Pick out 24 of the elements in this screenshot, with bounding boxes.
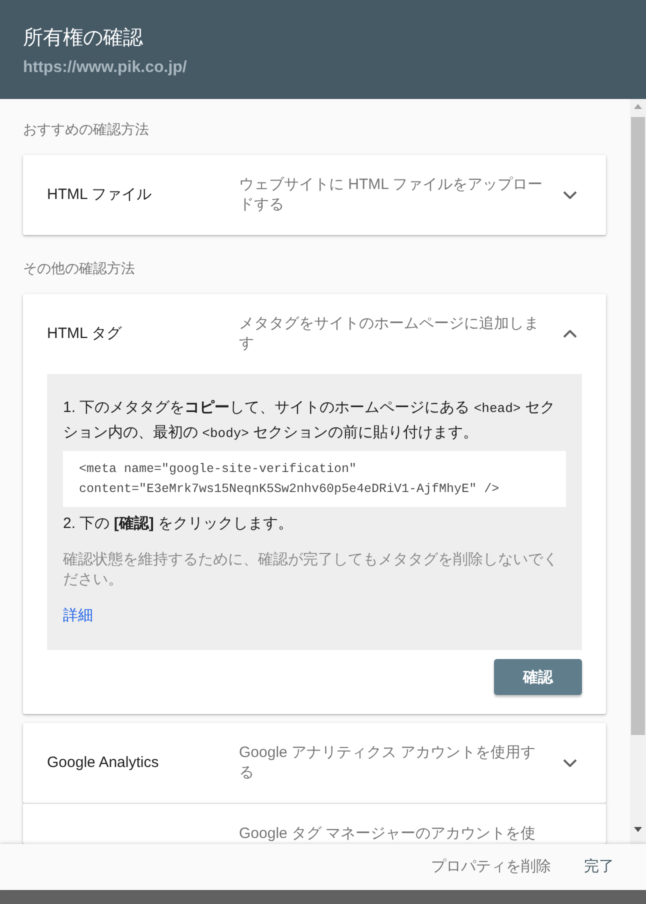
section-label: その他の確認方法 [23,259,136,278]
method-title: HTML ファイル [47,185,152,205]
footer-button[interactable]: プロパティを削除 [423,851,559,883]
meta-tag-code: <meta name="google-site-verification" content="E3eMrk7ws15NeqnK5Sw2nhv60p5e4eDRiV1-AjfMhyE" /> [63,451,566,507]
note-text: 確認状態を維持するために、確認が完了してもメタタグを削除しないでください。 [63,550,559,590]
method-description: Google アナリティクス アカウントを使用する [239,743,537,783]
dialog-title: 所有権の確認 [23,26,144,51]
chevron-up-icon[interactable] [563,330,577,338]
method-description: ウェブサイトに HTML ファイルをアップロードする [239,175,544,215]
chevron-down-icon[interactable] [563,759,577,767]
footer-button[interactable]: 完了 [576,851,622,883]
instruction-step: 2. 下の [確認] をクリックします。 [63,512,566,536]
site-url: https://www.pik.co.jp/ [23,58,188,78]
section-label: おすすめの確認方法 [23,120,150,139]
details-link[interactable]: 詳細 [63,606,93,626]
method-description: メタタグをサイトのホームページに追加します [239,314,540,354]
method-description: Google タグ マネージャーのアカウントを使 [239,824,537,844]
verify-button[interactable]: 確認 [494,659,582,695]
chevron-down-icon[interactable] [563,191,577,199]
scroll-down-arrow-icon[interactable] [634,827,642,832]
instruction-step: 1. 下のメタタグをコピーして、サイトのホームページにある <head> セクション内の、最初の <body> セクションの前に貼り付けます。 [63,396,566,446]
method-title: Google Analytics [47,753,160,773]
scrollbar-thumb[interactable] [631,117,645,735]
method-title: HTML タグ [47,324,123,344]
